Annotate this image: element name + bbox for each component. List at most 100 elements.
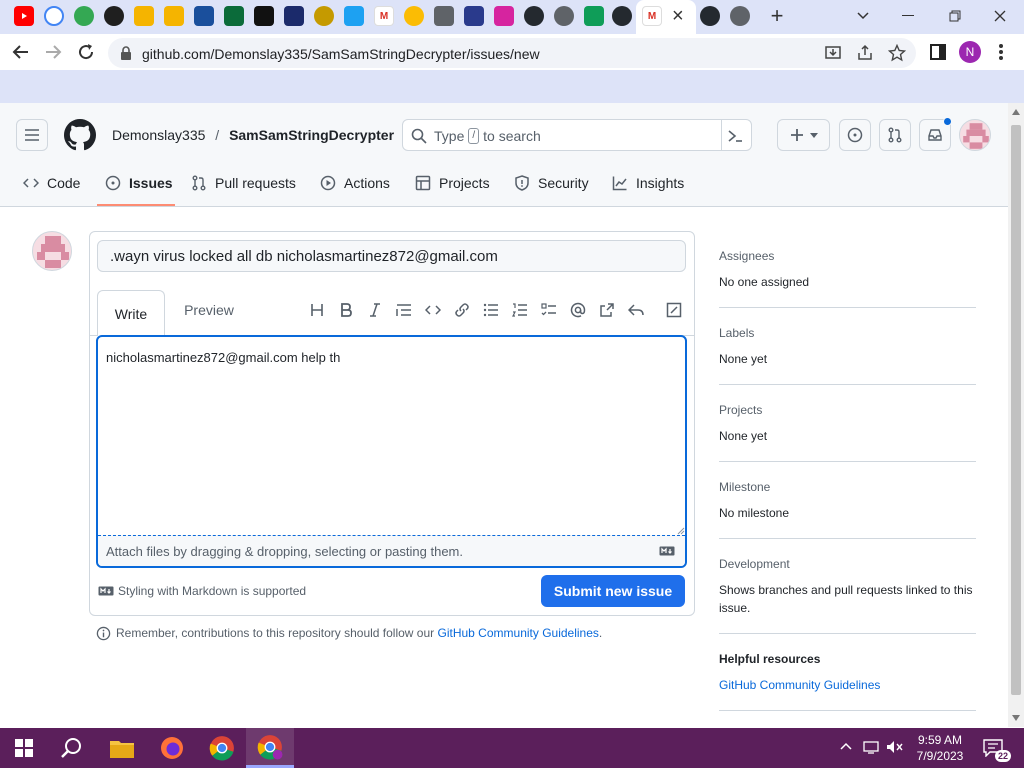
pull-requests-button[interactable] [879, 119, 911, 151]
network-icon[interactable] [863, 740, 879, 754]
star-tab-icon[interactable] [284, 6, 304, 26]
chrome-tab-icon-2[interactable] [730, 6, 750, 26]
active-tab[interactable]: M × [636, 0, 696, 34]
code-icon[interactable] [421, 298, 445, 322]
youtube-tab-icon[interactable] [14, 6, 34, 26]
share-icon[interactable] [856, 44, 874, 62]
cross-reference-icon[interactable] [595, 298, 619, 322]
tab-code[interactable]: Code [23, 169, 80, 197]
github-tab-icon-2[interactable] [612, 6, 632, 26]
italic-icon[interactable] [363, 298, 387, 322]
browser-menu-icon[interactable] [996, 43, 1006, 61]
assignees-heading[interactable]: Assignees [719, 249, 774, 263]
tab-actions[interactable]: Actions [320, 169, 390, 197]
scroll-down-arrow-icon[interactable] [1012, 715, 1020, 721]
close-tab-icon[interactable]: × [672, 6, 684, 26]
tab-security[interactable]: Security [514, 169, 589, 197]
clock[interactable]: 9:59 AM 7/9/2023 [912, 732, 968, 764]
github-tab-icon-3[interactable] [700, 6, 720, 26]
reload-icon[interactable] [77, 43, 95, 61]
qr-tab-icon[interactable] [254, 6, 274, 26]
restore-icon[interactable] [941, 4, 969, 28]
labels-heading[interactable]: Labels [719, 326, 754, 340]
mention-icon[interactable] [566, 298, 590, 322]
markdown-note[interactable]: Styling with Markdown is supported [118, 584, 306, 598]
bird-tab-icon[interactable] [194, 6, 214, 26]
forward-icon[interactable] [44, 43, 62, 61]
chrome-tab-icon[interactable] [554, 6, 574, 26]
back-icon[interactable] [12, 43, 30, 61]
chat-tab-icon[interactable] [74, 6, 94, 26]
chrome-profile-active-icon[interactable] [246, 728, 294, 768]
scroll-up-arrow-icon[interactable] [1012, 109, 1020, 115]
volume-muted-icon[interactable] [886, 740, 904, 754]
folder-tab-icon-2[interactable] [164, 6, 184, 26]
side-panel-icon[interactable] [929, 43, 947, 61]
tab-projects[interactable]: Projects [415, 169, 490, 197]
new-tab-button[interactable]: + [763, 3, 791, 28]
issues-button[interactable] [839, 119, 871, 151]
repo-name-link[interactable]: SamSamStringDecrypter [229, 127, 394, 143]
page-scrollbar[interactable] [1008, 103, 1024, 727]
omnibox[interactable]: github.com/Demonslay335/SamSamStringDecr… [108, 38, 916, 68]
projects-heading[interactable]: Projects [719, 403, 762, 417]
taskbar-search-icon[interactable] [48, 728, 96, 768]
drive-tab-icon[interactable] [584, 6, 604, 26]
kim-tab-icon[interactable] [224, 6, 244, 26]
tab-pull-requests[interactable]: Pull requests [191, 169, 296, 197]
badge-tab-icon[interactable] [314, 6, 334, 26]
github-tab-icon[interactable] [524, 6, 544, 26]
sonic-tab-icon[interactable] [464, 6, 484, 26]
install-icon[interactable] [824, 44, 842, 62]
profile-avatar[interactable]: N [959, 41, 981, 63]
user-avatar[interactable] [959, 119, 991, 151]
gmail-tab-icon[interactable]: M [374, 6, 394, 26]
link-icon[interactable] [450, 298, 474, 322]
quote-icon[interactable] [392, 298, 416, 322]
development-heading[interactable]: Development [719, 557, 790, 571]
unordered-list-icon[interactable] [479, 298, 503, 322]
lock-icon[interactable] [120, 46, 132, 60]
fullscreen-icon[interactable] [662, 298, 686, 322]
tab-search-chevron-icon[interactable] [849, 4, 877, 28]
badge-tab-icon-2[interactable] [434, 6, 454, 26]
tab-issues[interactable]: Issues [105, 169, 173, 197]
ordered-list-icon[interactable] [508, 298, 532, 322]
firefox-icon[interactable] [148, 728, 196, 768]
submit-new-issue-button[interactable]: Submit new issue [541, 575, 685, 607]
folder-tab-icon[interactable] [134, 6, 154, 26]
settings-tab-icon[interactable] [104, 6, 124, 26]
repo-owner-link[interactable]: Demonslay335 [112, 127, 205, 143]
command-palette-icon[interactable] [727, 128, 743, 144]
reply-icon[interactable] [624, 298, 648, 322]
twitter-tab-icon[interactable] [344, 6, 364, 26]
preview-tab[interactable]: Preview [171, 290, 247, 330]
bulb-tab-icon[interactable] [404, 6, 424, 26]
attach-files-bar[interactable]: Attach files by dragging & dropping, sel… [98, 535, 685, 566]
create-new-button[interactable] [777, 119, 830, 151]
tray-chevron-up-icon[interactable] [840, 742, 852, 750]
google-tab-icon[interactable] [44, 6, 64, 26]
windows-start-icon[interactable] [0, 728, 48, 768]
hamburger-menu-icon[interactable] [16, 119, 48, 151]
url-text[interactable]: github.com/Demonslay335/SamSamStringDecr… [142, 46, 540, 62]
instagram-tab-icon[interactable] [494, 6, 514, 26]
chrome-icon[interactable] [198, 728, 246, 768]
bookmark-star-icon[interactable] [888, 44, 906, 62]
helpful-guidelines-link[interactable]: GitHub Community Guidelines [719, 678, 880, 692]
milestone-heading[interactable]: Milestone [719, 480, 770, 494]
write-tab[interactable]: Write [97, 290, 165, 336]
resize-handle-icon[interactable] [677, 527, 685, 535]
window-close-icon[interactable] [986, 4, 1014, 28]
issue-body-text[interactable]: nicholasmartinez872@gmail.com help th [106, 350, 340, 365]
github-logo-icon[interactable] [64, 119, 96, 151]
issue-title-input[interactable] [97, 240, 686, 272]
minimize-icon[interactable] [894, 4, 922, 28]
tab-insights[interactable]: Insights [612, 169, 684, 197]
file-explorer-icon[interactable] [98, 728, 146, 768]
search-input[interactable]: Type / to search [402, 119, 752, 151]
scrollbar-thumb[interactable] [1011, 125, 1021, 695]
guidelines-link[interactable]: GitHub Community Guidelines [438, 626, 599, 640]
issue-body-textarea[interactable]: nicholasmartinez872@gmail.com help th At… [96, 335, 687, 568]
bold-icon[interactable] [334, 298, 358, 322]
